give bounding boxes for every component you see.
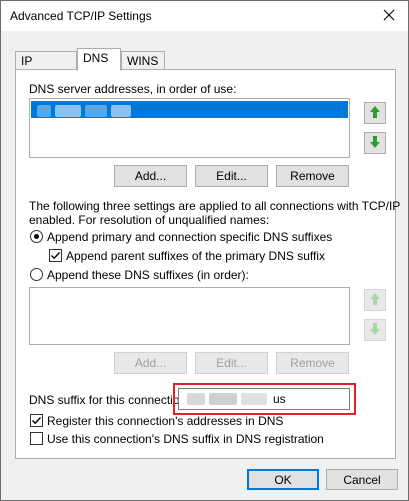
append-primary-label[interactable]: Append primary and connection specific D… [47,230,332,244]
use-suffix-label[interactable]: Use this connection's DNS suffix in DNS … [47,432,324,446]
connection-suffix-label: DNS suffix for this connection: [29,393,190,407]
move-server-down-button[interactable] [364,132,386,154]
connection-suffix-value: us [273,392,286,406]
append-parent-label[interactable]: Append parent suffixes of the primary DN… [66,249,325,263]
redacted-text [37,105,51,117]
ok-button[interactable]: OK [247,469,319,490]
tab-dns[interactable]: DNS [77,48,121,71]
append-primary-radio[interactable] [30,230,43,243]
cancel-button[interactable]: Cancel [326,469,398,490]
append-parent-checkbox[interactable] [49,249,62,262]
tab-ip-settings[interactable]: IP Settings [15,51,77,82]
resolution-description-line2: enabled. For resolution of unqualified n… [29,213,270,227]
dns-servers-label: DNS server addresses, in order of use: [29,82,237,96]
append-these-label[interactable]: Append these DNS suffixes (in order): [47,268,249,282]
move-suffix-down-button[interactable] [364,319,386,341]
redacted-text [241,393,267,405]
dns-servers-list[interactable] [29,98,350,158]
dns-server-entry-selected[interactable] [31,101,348,118]
redacted-text [111,105,131,117]
redacted-text [85,105,107,117]
advanced-tcpip-dialog: Advanced TCP/IP Settings IP Settings DNS… [0,0,409,501]
connection-suffix-input[interactable]: us [178,388,350,410]
move-server-up-button[interactable] [364,102,386,124]
use-suffix-checkbox[interactable] [30,432,43,445]
tab-wins[interactable]: WINS [121,51,165,70]
register-checkbox[interactable] [30,414,43,427]
dns-server-add-button[interactable]: Add... [114,165,187,187]
close-icon [383,9,395,24]
arrow-up-icon [369,105,381,122]
redacted-text [209,393,237,405]
move-suffix-up-button[interactable] [364,289,386,311]
dns-tab-panel: DNS server addresses, in order of use: A… [15,69,400,459]
close-button[interactable] [374,3,404,29]
suffix-edit-button[interactable]: Edit... [195,352,268,374]
resolution-description-line1: The following three settings are applied… [29,199,401,213]
dns-server-edit-button[interactable]: Edit... [195,165,268,187]
dns-suffixes-list[interactable] [29,287,350,345]
redacted-text [187,393,205,405]
redacted-text [55,105,81,117]
window-title: Advanced TCP/IP Settings [10,9,152,23]
arrow-up-icon [369,292,381,309]
append-these-radio[interactable] [30,268,43,281]
arrow-down-icon [369,322,381,339]
arrow-down-icon [369,135,381,152]
suffix-add-button[interactable]: Add... [114,352,187,374]
title-bar: Advanced TCP/IP Settings [1,1,408,31]
register-label[interactable]: Register this connection's addresses in … [47,414,283,428]
dns-server-remove-button[interactable]: Remove [276,165,349,187]
suffix-remove-button[interactable]: Remove [276,352,349,374]
